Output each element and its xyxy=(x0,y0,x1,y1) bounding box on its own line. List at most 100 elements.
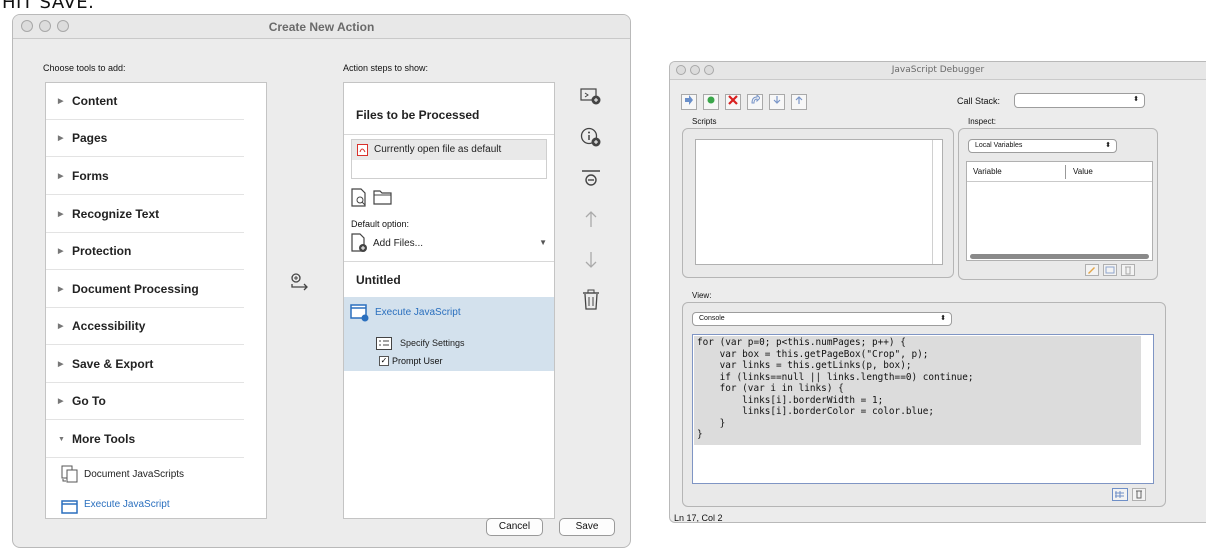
console-editor[interactable]: for (var p=0; p<this.numPages; p++) { va… xyxy=(692,334,1154,484)
chevron-down-icon: ▼ xyxy=(58,435,65,443)
chevron-right-icon: ▶ xyxy=(58,248,64,255)
tool-category-content[interactable]: ▶ Content xyxy=(46,83,244,120)
tool-document-javascripts[interactable]: Document JavaScripts xyxy=(46,459,244,489)
step-out-icon xyxy=(795,96,803,104)
action-steps-label: Action steps to show: xyxy=(343,63,429,73)
resume-icon xyxy=(685,95,693,105)
current-file-item[interactable]: Currently open file as default xyxy=(352,140,546,160)
resume-button[interactable] xyxy=(681,94,697,110)
tool-category-accessibility[interactable]: ▶ Accessibility xyxy=(46,308,244,345)
tool-category-save-export[interactable]: ▶ Save & Export xyxy=(46,346,244,383)
add-action-icon[interactable] xyxy=(289,273,311,293)
scripts-scrollbar[interactable] xyxy=(932,140,942,264)
step-over-button[interactable] xyxy=(747,93,763,110)
save-button[interactable]: Save xyxy=(559,518,615,536)
info-add-icon[interactable] xyxy=(580,126,602,148)
current-file-box[interactable]: Currently open file as default xyxy=(351,139,547,179)
view-label: View: xyxy=(692,291,712,300)
document-javascripts-icon xyxy=(61,465,78,483)
pdf-file-icon xyxy=(357,144,368,156)
chevron-right-icon: ▶ xyxy=(58,398,64,405)
next-file-icon[interactable] xyxy=(580,85,602,107)
scripts-group xyxy=(682,128,954,278)
tool-label: Forms xyxy=(72,169,109,183)
view-select[interactable]: Console ⬍ xyxy=(692,312,952,326)
trash-icon[interactable] xyxy=(1132,488,1146,501)
green-dot-icon xyxy=(707,96,715,104)
browse-file-icon[interactable] xyxy=(351,188,369,208)
column-value: Value xyxy=(1073,167,1093,176)
tool-label: Accessibility xyxy=(72,319,146,333)
step-into-button[interactable] xyxy=(769,94,785,110)
scripts-list[interactable] xyxy=(695,139,943,265)
folder-icon[interactable] xyxy=(373,189,393,205)
dropdown-caret-icon: ▼ xyxy=(539,238,547,247)
tools-list[interactable]: ▶ Content ▶ Pages ▶ Forms ▶ Recognize Text ▶… xyxy=(45,82,267,519)
tool-category-forms[interactable]: ▶ Forms xyxy=(46,158,244,195)
select-arrows-icon: ⬍ xyxy=(1105,142,1111,149)
table-header: Variable Value xyxy=(967,162,1152,182)
step-into-icon xyxy=(773,96,781,104)
tool-execute-javascript[interactable]: Execute JavaScript xyxy=(46,491,244,517)
execute-javascript-label: Execute JavaScript xyxy=(375,307,461,318)
tool-category-pages[interactable]: ▶ Pages xyxy=(46,120,244,157)
edit-icon[interactable] xyxy=(1085,264,1099,276)
chevron-right-icon: ▶ xyxy=(58,135,64,142)
tool-category-recognize-text[interactable]: ▶ Recognize Text xyxy=(46,196,244,233)
tool-label: Pages xyxy=(72,131,108,145)
call-stack-select[interactable]: ⬍ xyxy=(1014,93,1145,108)
javascript-debugger-window: JavaScript Debugger Call Stack: ⬍ Script… xyxy=(669,61,1206,523)
move-up-icon[interactable] xyxy=(580,208,602,230)
inspect-group: Local Variables ⬍ Variable Value xyxy=(958,128,1158,280)
cancel-button[interactable]: Cancel xyxy=(486,518,543,536)
column-variable: Variable xyxy=(973,167,1002,176)
add-file-icon xyxy=(351,233,367,252)
tool-category-more-tools[interactable]: ▼ More Tools xyxy=(46,421,244,458)
tool-label: Document JavaScripts xyxy=(84,468,185,480)
execute-javascript-icon xyxy=(61,500,78,514)
tool-label: Execute JavaScript xyxy=(84,499,170,510)
add-files-dropdown[interactable]: Add Files... ▼ xyxy=(351,233,547,255)
view-select-value: Console xyxy=(699,315,725,322)
choose-tools-label: Choose tools to add: xyxy=(43,63,126,73)
delete-icon[interactable] xyxy=(1121,264,1135,276)
tool-label: Save & Export xyxy=(72,357,154,371)
chevron-right-icon: ▶ xyxy=(58,323,64,330)
watch-icon[interactable] xyxy=(1103,264,1117,276)
inspect-select[interactable]: Local Variables ⬍ xyxy=(968,139,1117,153)
create-action-window: Create New Action Choose tools to add: A… xyxy=(12,14,631,548)
tool-label: Recognize Text xyxy=(72,207,160,221)
current-file-label: Currently open file as default xyxy=(374,144,502,155)
variables-scrollbar[interactable] xyxy=(970,254,1149,259)
tool-label: More Tools xyxy=(72,432,136,446)
execute-javascript-icon xyxy=(350,304,369,322)
red-x-icon xyxy=(728,95,738,105)
step-out-button[interactable] xyxy=(791,94,807,110)
tool-label: Protection xyxy=(72,244,132,258)
call-stack-label: Call Stack: xyxy=(957,96,1001,106)
scripts-label: Scripts xyxy=(692,117,717,126)
pause-button[interactable] xyxy=(703,94,719,110)
step-over-icon xyxy=(751,93,761,104)
stop-icon[interactable] xyxy=(580,168,602,190)
prompt-user-label: Prompt User xyxy=(392,356,443,366)
stop-debug-button[interactable] xyxy=(725,94,741,110)
move-down-icon[interactable] xyxy=(580,249,602,271)
variables-table[interactable]: Variable Value xyxy=(966,161,1153,261)
tool-label: Go To xyxy=(72,394,106,408)
execute-javascript-step[interactable]: Execute JavaScript Specify Settings ✓ Pr… xyxy=(344,297,554,371)
action-steps-list[interactable]: Files to be Processed Currently open fil… xyxy=(343,82,555,519)
chevron-right-icon: ▶ xyxy=(58,173,64,180)
tool-category-document-processing[interactable]: ▶ Document Processing xyxy=(46,271,244,308)
tool-category-go-to[interactable]: ▶ Go To xyxy=(46,383,244,420)
section-files-to-be-processed: Files to be Processed xyxy=(356,108,480,122)
chevron-right-icon: ▶ xyxy=(58,286,64,293)
specify-settings-button[interactable]: Specify Settings xyxy=(376,337,536,351)
tool-category-protection[interactable]: ▶ Protection xyxy=(46,233,244,270)
specify-settings-label: Specify Settings xyxy=(400,338,465,348)
clear-console-icon[interactable] xyxy=(1112,488,1128,501)
select-arrows-icon: ⬍ xyxy=(940,315,946,322)
console-code[interactable]: for (var p=0; p<this.numPages; p++) { va… xyxy=(697,337,974,441)
trash-icon[interactable] xyxy=(580,289,602,311)
status-bar: Ln 17, Col 2 xyxy=(674,513,723,523)
